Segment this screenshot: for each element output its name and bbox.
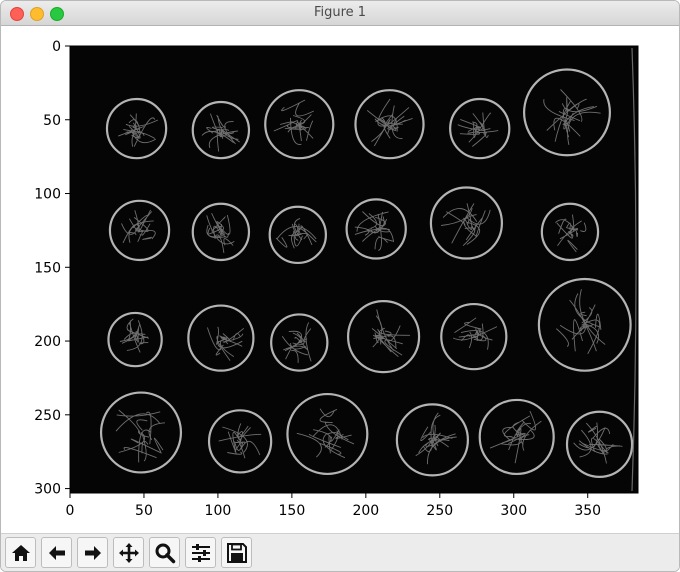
zoom-button[interactable]: [149, 537, 180, 568]
x-tick-label: 100: [205, 503, 232, 519]
pan-move-icon: [118, 542, 139, 563]
x-tick-label: 250: [426, 503, 453, 519]
y-tick-label: 50: [43, 113, 61, 129]
arrow-left-icon: [48, 545, 65, 560]
x-tick-label: 300: [500, 503, 527, 519]
plot-svg: 0 50 100 150 200 250 300 350 0 50 100 150 200 250 300: [34, 39, 639, 519]
home-icon: [11, 544, 30, 561]
x-tick-label: 150: [279, 503, 306, 519]
x-tick-label: 0: [66, 503, 75, 519]
zoom-magnifier-icon: [155, 543, 175, 563]
forward-button[interactable]: [77, 537, 108, 568]
configure-subplots-button[interactable]: [185, 537, 216, 568]
y-tick-label: 300: [34, 482, 61, 498]
y-tick-label: 100: [34, 187, 61, 203]
window-title: Figure 1: [313, 5, 367, 20]
save-button[interactable]: [221, 537, 252, 568]
back-button[interactable]: [41, 537, 72, 568]
x-tick-label: 350: [574, 503, 601, 519]
x-tick-label: 200: [352, 503, 379, 519]
x-tick-label: 50: [135, 503, 153, 519]
arrow-right-icon: [84, 545, 101, 560]
navigation-toolbar: [1, 533, 679, 571]
save-floppy-icon: [226, 542, 247, 563]
y-tick-label: 0: [52, 39, 61, 55]
home-button[interactable]: [5, 537, 36, 568]
pan-button[interactable]: [113, 537, 144, 568]
y-tick-label: 150: [34, 260, 61, 276]
title-bar: Figure 1: [1, 1, 679, 26]
y-tick-label: 200: [34, 334, 61, 350]
configure-subplots-icon: [191, 543, 210, 562]
y-tick-label: 250: [34, 408, 61, 424]
figure-canvas[interactable]: 0 50 100 150 200 250 300 350 0 50 100 150 200 250 300: [1, 26, 679, 533]
figure-window: Figure 1 0 50 100 150 200 250 300 350 0 50 100 150 2…: [0, 0, 680, 572]
